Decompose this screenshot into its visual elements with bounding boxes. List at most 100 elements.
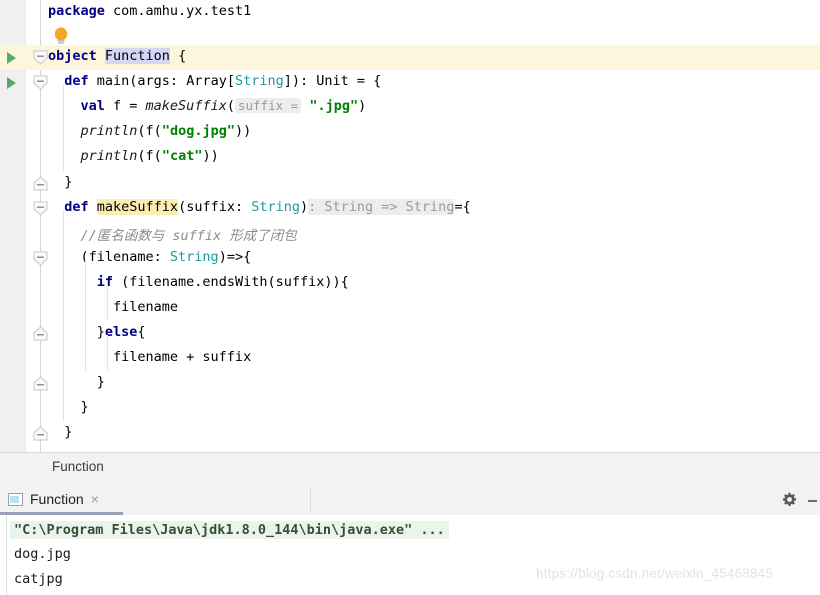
code-token: object xyxy=(48,48,105,64)
code-token: makeSuffix xyxy=(145,98,227,114)
indent-guide xyxy=(85,260,86,371)
fold-marker-collapse-down[interactable] xyxy=(33,251,48,266)
indent-guide xyxy=(63,210,64,421)
code-token: (f( xyxy=(137,148,162,164)
code-token: (f( xyxy=(137,123,162,139)
code-token: package xyxy=(48,3,114,19)
run-window-header: Function × xyxy=(0,483,820,516)
code-token: (suffix: xyxy=(178,199,252,215)
code-token: ={ xyxy=(454,199,471,215)
code-token: ) xyxy=(300,199,309,215)
code-line-text: (filename: String)=>{ xyxy=(48,249,252,265)
toolbar-separator xyxy=(310,487,311,511)
fold-marker-expand[interactable] xyxy=(33,376,48,391)
gear-icon[interactable] xyxy=(782,492,797,507)
code-token: (filename.endsWith(suffix)){ xyxy=(121,274,349,290)
code-token: { xyxy=(169,48,187,64)
code-token: Array xyxy=(186,73,227,89)
code-token: "cat" xyxy=(161,148,203,164)
code-token: suffix = xyxy=(234,98,302,113)
code-token: f = xyxy=(113,98,146,114)
code-line[interactable]: val f = makeSuffix(suffix = ".jpg") xyxy=(0,95,820,120)
code-line[interactable]: println(f("cat")) xyxy=(0,145,820,170)
console-output-line: catjpg xyxy=(14,571,63,587)
code-line-text: println(f("cat")) xyxy=(48,148,219,164)
code-line[interactable]: filename + suffix xyxy=(0,346,820,371)
code-token: com.amhu.yx.test1 xyxy=(113,3,252,19)
code-token: { xyxy=(137,324,146,340)
code-token: String xyxy=(251,199,300,215)
code-line-text: println(f("dog.jpg")) xyxy=(48,123,252,139)
fold-marker-collapse-down[interactable] xyxy=(33,75,48,90)
code-token: makeSuffix xyxy=(96,199,179,215)
fold-marker-collapse-up[interactable] xyxy=(33,50,48,65)
code-token: def xyxy=(48,73,97,89)
code-line-text: } xyxy=(48,174,72,190)
run-tab-label: Function xyxy=(30,491,84,507)
console-command-line: "C:\Program Files\Java\jdk1.8.0_144\bin\… xyxy=(10,521,449,539)
code-token: ]): Unit = { xyxy=(283,73,382,89)
close-icon[interactable]: × xyxy=(91,492,99,506)
run-gutter-icon[interactable] xyxy=(7,77,16,89)
fold-marker-collapse-down[interactable] xyxy=(33,201,48,216)
code-line-text: filename xyxy=(48,299,178,315)
code-line[interactable]: } xyxy=(0,421,820,446)
run-tab-function[interactable]: Function × xyxy=(0,483,99,515)
code-token: } xyxy=(48,324,105,340)
breadcrumb-bar[interactable]: Function xyxy=(0,452,820,485)
code-token: } xyxy=(48,399,89,415)
code-token: filename xyxy=(48,299,179,315)
code-line[interactable]: } xyxy=(0,396,820,421)
code-line-text: filename + suffix xyxy=(48,349,251,365)
minimize-icon[interactable] xyxy=(808,500,817,502)
fold-marker-expand[interactable] xyxy=(33,176,48,191)
code-line[interactable]: package com.amhu.yx.test1 xyxy=(0,0,820,25)
fold-marker-expand[interactable] xyxy=(33,326,48,341)
code-line[interactable]: (filename: String)=>{ xyxy=(0,246,820,271)
code-line-text: object Function { xyxy=(48,48,186,64)
run-gutter-icon[interactable] xyxy=(7,52,16,64)
code-token: filename + suffix xyxy=(48,349,252,365)
console-output-line: dog.jpg xyxy=(14,546,71,562)
code-token: else xyxy=(104,324,138,340)
code-line[interactable]: def makeSuffix(suffix: String): String =… xyxy=(0,196,820,221)
code-line[interactable]: } xyxy=(0,171,820,196)
code-token: ) xyxy=(358,98,367,114)
code-lines[interactable]: package com.amhu.yx.test1 object Function… xyxy=(0,0,820,452)
console-icon xyxy=(8,492,23,506)
indent-guide xyxy=(63,84,64,171)
breadcrumb-item-function[interactable]: Function xyxy=(52,459,104,474)
code-token: main(args: xyxy=(96,73,187,89)
code-token: } xyxy=(48,424,73,440)
code-line-text: //匿名函数与 suffix 形成了闭包 xyxy=(48,224,297,244)
code-line[interactable]: if (filename.endsWith(suffix)){ xyxy=(0,271,820,296)
code-line-text: package com.amhu.yx.test1 xyxy=(48,3,251,19)
code-line[interactable]: def main(args: Array[String]): Unit = { xyxy=(0,70,820,95)
code-line[interactable]: object Function { xyxy=(0,45,820,70)
indent-guide xyxy=(107,285,108,321)
code-line[interactable]: } xyxy=(0,371,820,396)
code-token: String xyxy=(234,73,284,89)
code-token: ".jpg" xyxy=(309,98,359,114)
code-token: Function xyxy=(104,48,170,64)
code-line[interactable]: //匿名函数与 suffix 形成了闭包 xyxy=(0,221,820,246)
code-editor[interactable]: package com.amhu.yx.test1 object Function… xyxy=(0,0,820,452)
code-line[interactable]: filename xyxy=(0,296,820,321)
code-line-text: } xyxy=(48,399,89,415)
code-token: )) xyxy=(202,148,219,164)
indent-guide xyxy=(107,335,108,371)
code-token: [ xyxy=(226,73,235,89)
code-line-text: val f = makeSuffix(suffix = ".jpg") xyxy=(48,98,366,114)
code-line-text: if (filename.endsWith(suffix)){ xyxy=(48,274,349,290)
code-line[interactable]: println(f("dog.jpg")) xyxy=(0,120,820,145)
console-output[interactable]: "C:\Program Files\Java\jdk1.8.0_144\bin\… xyxy=(0,515,820,595)
code-token: val xyxy=(48,98,114,114)
code-line[interactable]: }else{ xyxy=(0,321,820,346)
fold-marker-expand[interactable] xyxy=(33,426,48,441)
code-token: )) xyxy=(234,123,252,139)
code-token: } xyxy=(48,174,73,190)
code-token: def xyxy=(48,199,97,215)
console-left-rail xyxy=(6,515,7,595)
